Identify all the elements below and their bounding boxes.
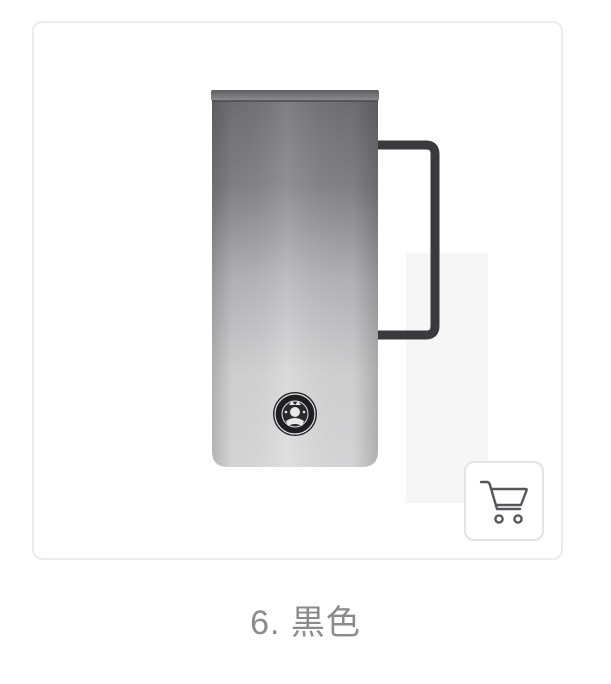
add-to-cart-button[interactable] — [464, 461, 544, 541]
product-page: 6. 黒色 — [0, 0, 611, 684]
product-card[interactable] — [32, 21, 563, 560]
shopping-cart-icon — [479, 480, 528, 524]
mug-lid — [211, 90, 379, 101]
starbucks-logo-icon — [273, 392, 317, 436]
product-caption: 6. 黒色 — [250, 604, 361, 642]
